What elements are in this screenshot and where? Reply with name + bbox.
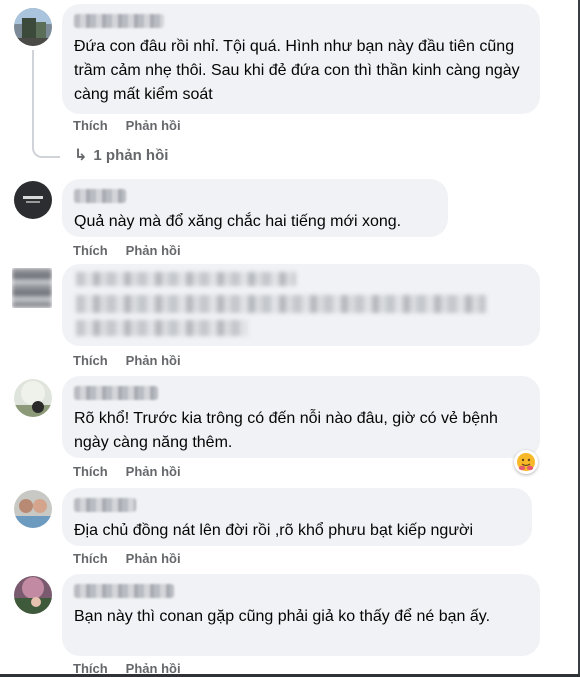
reply-button[interactable]: Phản hồi: [126, 551, 181, 566]
comment-bubble: Địa chủ đồng nát lên đời rồi ,rõ khổ phư…: [62, 488, 532, 546]
author-name-redacted: [74, 189, 126, 203]
redacted-text: [76, 320, 248, 336]
author-name-redacted: [74, 584, 174, 598]
reply-button[interactable]: Phản hồi: [126, 464, 181, 479]
like-button[interactable]: Thích: [73, 661, 108, 676]
reply-arrow-icon: ↳: [74, 147, 88, 164]
comment-text: Bạn này thì conan gặp cũng phải giả ko t…: [74, 608, 491, 625]
replies-count: 1 phản hồi: [93, 147, 169, 164]
comment-actions: Thích Phản hồi: [73, 464, 199, 479]
comment-actions: Thích Phản hồi: [73, 551, 199, 566]
reply-button[interactable]: Phản hồi: [126, 118, 181, 133]
hug-emoji-icon[interactable]: [514, 450, 538, 474]
reply-button[interactable]: Phản hồi: [126, 353, 181, 368]
comment-text: Đứa con đâu rồi nhỉ. Tội quá. Hình như b…: [74, 38, 520, 103]
reply-button[interactable]: Phản hồi: [126, 243, 181, 258]
view-replies-link[interactable]: ↳ 1 phản hồi: [74, 145, 168, 165]
like-button[interactable]: Thích: [73, 243, 108, 258]
comment-actions: Thích Phản hồi: [73, 353, 199, 368]
comment-text: Quả này mà đổ xăng chắc hai tiếng mới xo…: [74, 213, 402, 230]
redacted-text: [76, 272, 296, 286]
avatar[interactable]: [14, 576, 52, 614]
like-button[interactable]: Thích: [73, 464, 108, 479]
comment-bubble: Bạn này thì conan gặp cũng phải giả ko t…: [62, 574, 540, 656]
comment-bubble: Rõ khổ! Trước kia trông có đến nỗi nào đ…: [62, 376, 540, 458]
redacted-text: [76, 295, 486, 313]
avatar[interactable]: [14, 8, 52, 46]
reply-button[interactable]: Phản hồi: [126, 661, 181, 676]
comment-bubble: Quả này mà đổ xăng chắc hai tiếng mới xo…: [62, 179, 448, 237]
comment-actions: Thích Phản hồi: [73, 118, 199, 133]
like-button[interactable]: Thích: [73, 551, 108, 566]
like-button[interactable]: Thích: [73, 353, 108, 368]
avatar[interactable]: [14, 379, 52, 417]
comment-text: Rõ khổ! Trước kia trông có đến nỗi nào đ…: [74, 410, 498, 451]
author-name-redacted: [74, 498, 136, 512]
comment-text: Địa chủ đồng nát lên đời rồi ,rõ khổ phư…: [74, 522, 474, 539]
thread-line: [32, 50, 60, 158]
avatar-redacted[interactable]: [12, 268, 52, 308]
comment-bubble: Đứa con đâu rồi nhỉ. Tội quá. Hình như b…: [62, 4, 540, 114]
comment-actions: Thích Phản hồi: [73, 661, 199, 676]
author-name-redacted: [74, 14, 164, 28]
comment-actions: Thích Phản hồi: [73, 243, 199, 258]
avatar[interactable]: [14, 181, 52, 219]
like-button[interactable]: Thích: [73, 118, 108, 133]
avatar[interactable]: [14, 490, 52, 528]
author-name-redacted: [74, 386, 158, 400]
